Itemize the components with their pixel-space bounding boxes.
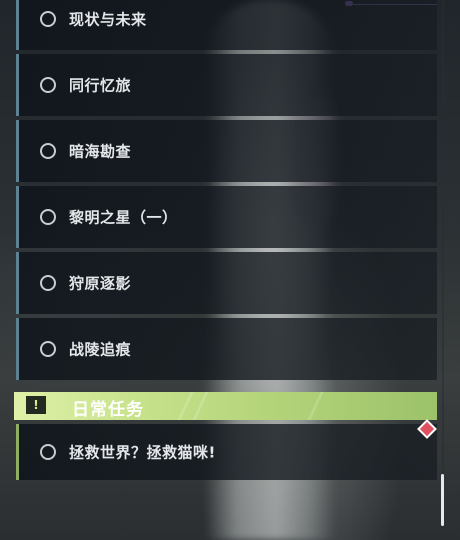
quest-item-2[interactable]: 暗海勘查 [16,120,437,182]
quest-status-ring-icon [40,275,56,291]
quest-item-4[interactable]: 狩原逐影 [16,252,437,314]
quest-alert-icon: ! [26,396,46,414]
quest-item-0[interactable]: 现状与未来 [16,0,437,50]
quest-accent-bar [16,186,19,248]
quest-label: 暗海勘查 [69,142,132,161]
quest-item-5[interactable]: 战陵追痕 [16,318,437,380]
quest-accent-bar [16,0,19,50]
section-title: 日常任务 [72,400,144,420]
quest-label: 战陵追痕 [69,340,132,359]
quest-status-ring-icon [40,444,56,460]
header-decor [307,392,324,420]
quest-status-ring-icon [40,77,56,93]
scrollbar-thumb[interactable] [441,474,444,526]
quest-label: 同行忆旅 [69,76,132,95]
quest-accent-bar [16,120,19,182]
alert-glyph: ! [33,398,39,412]
quest-label: 狩原逐影 [69,274,132,293]
header-decor [192,392,209,420]
quest-accent-bar [16,54,19,116]
quest-label: 黎明之星（一） [69,208,178,227]
quest-label: 现状与未来 [69,10,147,29]
quest-label: 拯救世界？拯救猫咪! [69,443,216,462]
daily-quest-item-0[interactable]: 拯救世界？拯救猫咪! [16,424,437,480]
header-decor [177,392,194,420]
scrollbar-track[interactable] [442,0,444,528]
quest-status-ring-icon [40,11,56,27]
daily-quests-header[interactable]: ! 日常任务 [14,392,437,420]
quest-status-ring-icon [40,209,56,225]
quest-item-3[interactable]: 黎明之星（一） [16,186,437,248]
quest-accent-bar [16,318,19,380]
quest-accent-bar [16,252,19,314]
quest-status-ring-icon [40,143,56,159]
quest-status-ring-icon [40,341,56,357]
quest-accent-bar [16,424,19,480]
quest-item-1[interactable]: 同行忆旅 [16,54,437,116]
